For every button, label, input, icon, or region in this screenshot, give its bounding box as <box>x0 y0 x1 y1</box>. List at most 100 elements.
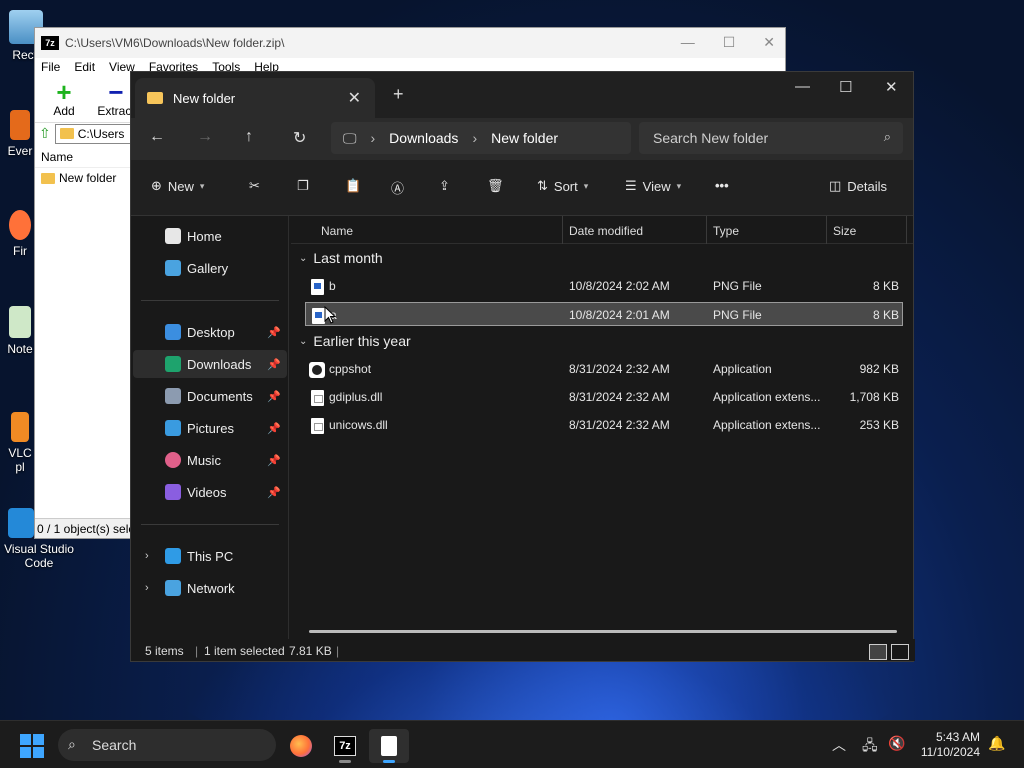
table-row[interactable]: unicows.dll 8/31/2024 2:32 AM Applicatio… <box>305 413 903 437</box>
new-tab-icon[interactable]: + <box>393 84 404 105</box>
desktop-icon-notepad[interactable]: Note <box>4 306 36 356</box>
cut-icon[interactable]: ✂ <box>249 178 260 194</box>
nav-item-desktop[interactable]: Desktop 📌 <box>133 318 287 346</box>
nav-item-home[interactable]: Home <box>133 222 287 250</box>
breadcrumb-new-folder[interactable]: New folder <box>491 130 558 146</box>
group-header[interactable]: ⌄ Earlier this year <box>299 333 411 349</box>
7zip-logo-icon: 7z <box>41 36 59 50</box>
nav-label: Music <box>187 452 221 468</box>
horizontal-scrollbar[interactable] <box>309 630 897 633</box>
nav-item-this-pc[interactable]: › This PC <box>133 542 287 570</box>
close-tab-icon[interactable]: ✕ <box>348 88 361 108</box>
dll-file-icon <box>311 390 324 406</box>
column-header-row: Name Date modified Type Size <box>291 216 913 244</box>
sort-button[interactable]: ⇅ Sort ▾ <box>537 178 588 194</box>
nav-label: Downloads <box>187 356 252 372</box>
taskbar-app-7zip[interactable]: 7z <box>325 729 365 763</box>
address-bar[interactable]: 🖵 › Downloads › New folder <box>331 122 631 154</box>
taskbar: ⌕ Search 7z ︿ 🖧 🔇 5:43 AM 11/10/2024 🔔 <box>0 720 1024 768</box>
column-header-type[interactable]: Type <box>713 224 739 238</box>
minimize-icon[interactable]: — <box>795 78 810 95</box>
table-row-selected[interactable]: a 10/8/2024 2:01 AM PNG File 8 KB <box>305 302 903 326</box>
chevron-up-icon[interactable]: ︿ <box>832 735 846 755</box>
paste-icon[interactable]: 📋 <box>345 178 361 194</box>
nav-item-gallery[interactable]: Gallery <box>133 254 287 282</box>
column-header-size[interactable]: Size <box>833 224 856 238</box>
tab-new-folder[interactable]: New folder ✕ <box>135 78 375 118</box>
table-row[interactable]: b 10/8/2024 2:02 AM PNG File 8 KB <box>305 274 903 298</box>
pin-icon: 📌 <box>267 422 281 435</box>
view-label: View <box>642 178 671 194</box>
file-date: 8/31/2024 2:32 AM <box>569 418 670 432</box>
network-icon[interactable]: 🖧 <box>862 735 878 759</box>
back-icon[interactable]: ← <box>149 128 165 146</box>
nav-item-downloads[interactable]: Downloads 📌 <box>133 350 287 378</box>
breadcrumb-downloads[interactable]: Downloads <box>389 130 458 146</box>
up-icon[interactable]: ↑ <box>245 128 253 146</box>
nav-item-pictures[interactable]: Pictures 📌 <box>133 414 287 442</box>
view-button[interactable]: ☰ View ▾ <box>625 178 681 194</box>
maximize-icon[interactable]: ☐ <box>723 34 736 51</box>
chevron-right-icon[interactable]: › <box>145 550 149 562</box>
windows-logo-icon <box>20 734 31 745</box>
desktop-icon-label: Fir <box>13 244 27 258</box>
column-divider[interactable] <box>906 216 907 244</box>
taskbar-app-file-explorer[interactable] <box>369 729 409 763</box>
nav-label: Home <box>187 228 222 244</box>
selection-count: 1 item selected <box>204 644 285 658</box>
table-row[interactable]: cppshot 8/31/2024 2:32 AM Application 98… <box>305 357 903 381</box>
menu-edit[interactable]: Edit <box>74 60 95 74</box>
column-header-name[interactable]: Name <box>321 224 353 238</box>
nav-item-music[interactable]: Music 📌 <box>133 446 287 474</box>
table-row[interactable]: gdiplus.dll 8/31/2024 2:32 AM Applicatio… <box>305 385 903 409</box>
taskbar-search[interactable]: ⌕ Search <box>58 729 276 761</box>
column-divider[interactable] <box>562 216 563 244</box>
navigation-bar: ← → ↑ ↻ 🖵 › Downloads › New folder Searc… <box>131 118 913 160</box>
menu-file[interactable]: File <box>41 60 60 74</box>
nav-divider <box>141 524 279 525</box>
group-header[interactable]: ⌄ Last month <box>299 250 383 266</box>
more-options-icon[interactable]: ••• <box>715 178 729 193</box>
volume-muted-icon[interactable]: 🔇 <box>888 735 905 752</box>
file-explorer-window: New folder ✕ + — ☐ ✕ ← → ↑ ↻ 🖵 › Downloa… <box>130 71 915 662</box>
details-button[interactable]: ◫ Details <box>829 178 887 194</box>
file-size: 253 KB <box>859 418 899 432</box>
desktop-icon-vlc[interactable]: VLC pl <box>4 412 36 474</box>
up-folder-icon[interactable]: ⇧ <box>39 125 51 142</box>
column-header-date[interactable]: Date modified <box>569 224 643 238</box>
refresh-icon[interactable]: ↻ <box>293 128 306 148</box>
plus-circle-icon: ⊕ <box>151 178 162 193</box>
forward-icon[interactable]: → <box>197 128 213 146</box>
file-date: 8/31/2024 2:32 AM <box>569 390 670 404</box>
notification-bell-icon[interactable]: 🔔 <box>988 735 1005 752</box>
file-size: 982 KB <box>859 362 899 376</box>
start-button[interactable] <box>20 734 44 758</box>
file-name: unicows.dll <box>329 418 388 432</box>
rename-icon[interactable]: Ⓐ <box>391 178 404 197</box>
share-icon[interactable]: ⇪ <box>439 178 450 194</box>
column-divider[interactable] <box>706 216 707 244</box>
close-icon[interactable]: ✕ <box>885 78 898 96</box>
tiles-view-icon[interactable] <box>891 644 909 660</box>
chevron-right-icon[interactable]: › <box>145 582 149 594</box>
maximize-icon[interactable]: ☐ <box>839 78 852 96</box>
search-input[interactable]: Search New folder ⌕ <box>639 122 903 154</box>
add-button[interactable]: + Add <box>43 79 85 118</box>
nav-item-videos[interactable]: Videos 📌 <box>133 478 287 506</box>
new-button[interactable]: ⊕ New ▾ <box>151 178 204 194</box>
desktop-icon-everything[interactable]: Ever <box>4 110 36 158</box>
delete-icon[interactable]: 🗑 <box>487 178 504 194</box>
folder-icon <box>147 92 163 104</box>
copy-icon[interactable]: ❐ <box>297 178 309 194</box>
details-view-icon[interactable] <box>869 644 887 660</box>
column-divider[interactable] <box>826 216 827 244</box>
nav-item-documents[interactable]: Documents 📌 <box>133 382 287 410</box>
close-icon[interactable]: ✕ <box>763 34 775 51</box>
taskbar-app-firefox[interactable] <box>281 729 321 763</box>
system-clock[interactable]: 5:43 AM 11/10/2024 <box>921 730 980 760</box>
home-icon <box>165 228 181 244</box>
7zip-titlebar[interactable]: 7z C:\Users\VM6\Downloads\New folder.zip… <box>35 28 785 58</box>
nav-item-network[interactable]: › Network <box>133 574 287 602</box>
minimize-icon[interactable]: — <box>681 34 695 51</box>
desktop-icon-firefox[interactable]: Fir <box>4 210 36 258</box>
